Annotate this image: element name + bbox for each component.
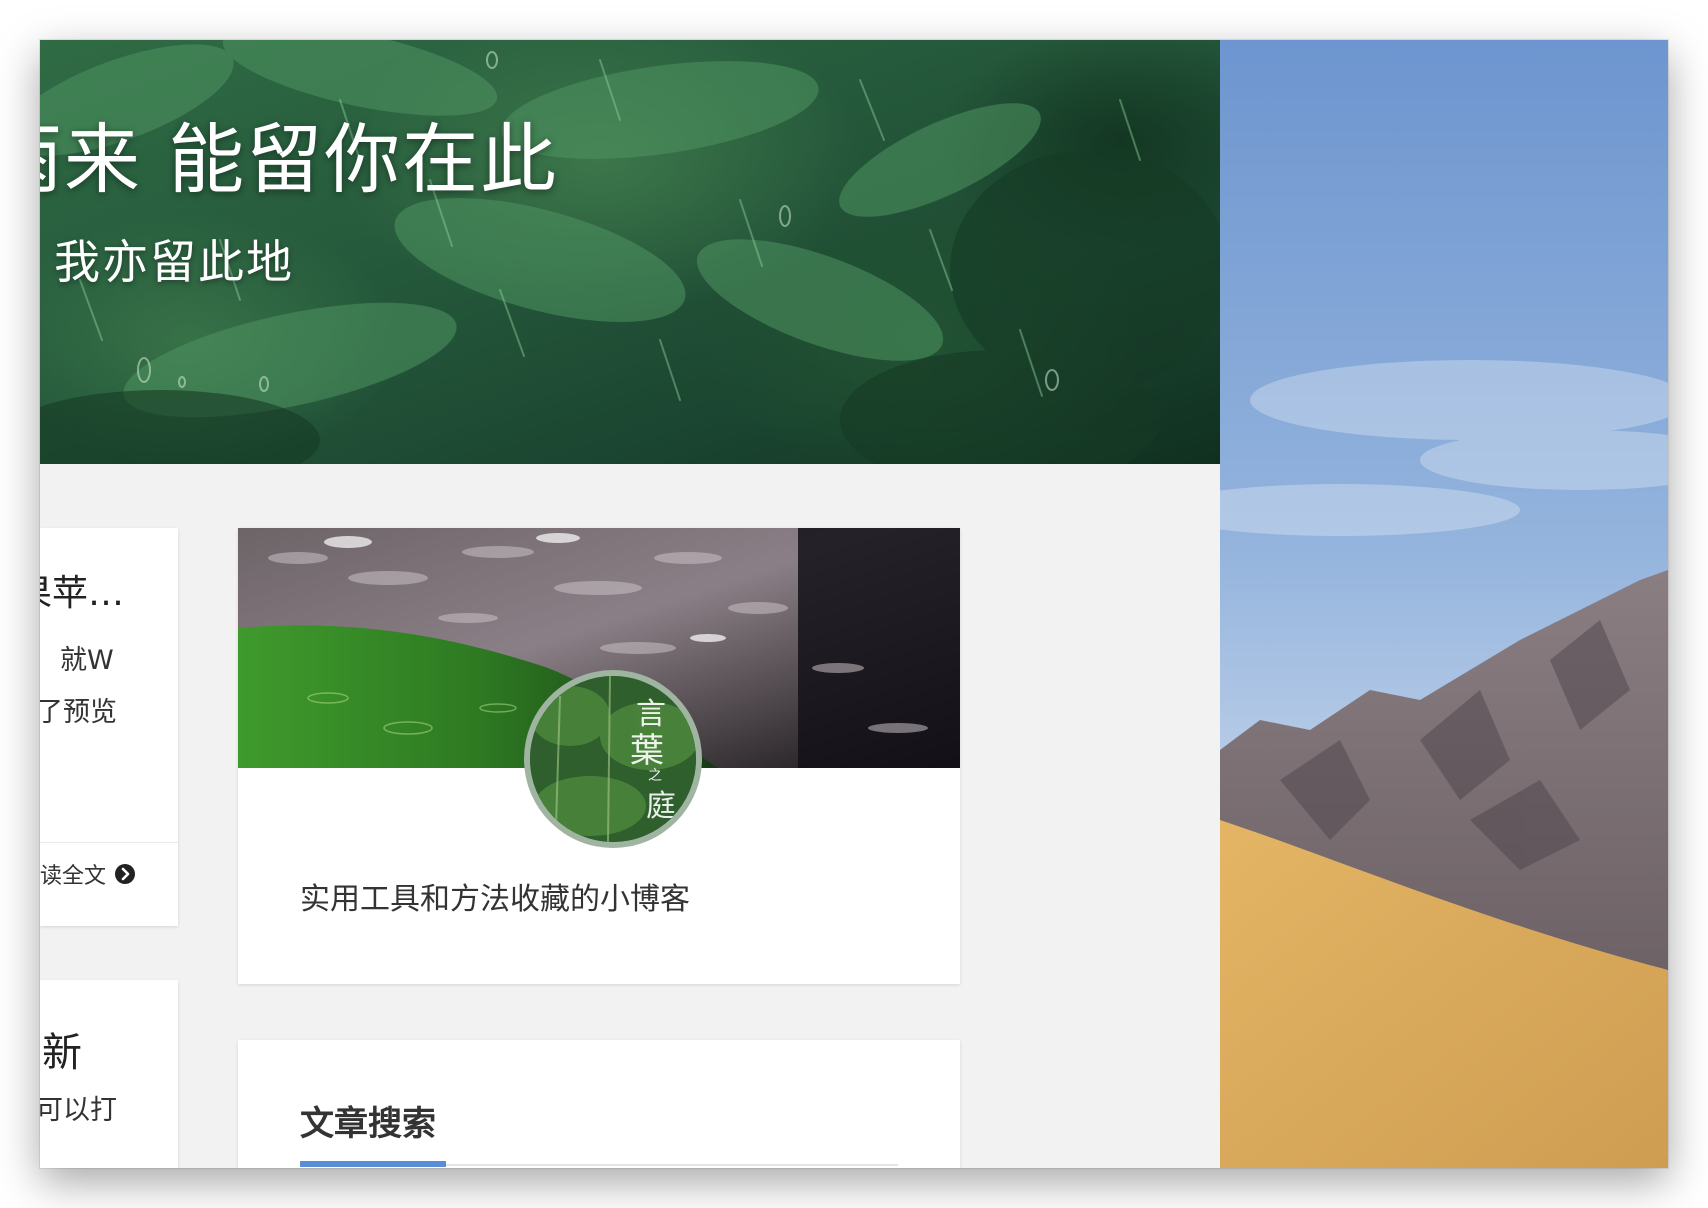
post-excerpt-line: 了预览 [40,697,117,728]
avatar[interactable]: 言 葉 之 庭 [524,670,702,848]
card-divider [40,842,178,843]
search-tab-active-indicator[interactable] [300,1161,446,1167]
blog-page: 雨来 能留你在此 我亦留此地 果苹… 就W 了预览 读全文 新 可以打 [40,40,1220,1168]
search-widget: 文章搜索 [238,1040,960,1168]
svg-text:葉: 葉 [630,731,664,771]
hero-banner: 雨来 能留你在此 我亦留此地 [40,40,1220,464]
chevron-circle-right-icon [115,864,136,884]
post-card[interactable]: 果苹… 就W 了预览 读全文 [40,528,178,926]
svg-text:之: 之 [648,768,662,784]
svg-text:庭: 庭 [646,789,676,824]
search-widget-title: 文章搜索 [300,1104,436,1144]
post-excerpt-line: 就W [60,645,114,676]
hero-subtitle: 我亦留此地 [54,235,294,289]
desktop-wallpaper [1220,40,1668,1168]
profile-card: 言 葉 之 庭 实用工具和方法收藏的小博客 [238,528,960,984]
profile-description: 实用工具和方法收藏的小博客 [300,882,690,917]
hero-title: 雨来 能留你在此 [40,115,559,204]
read-more-link[interactable]: 读全文 [40,858,136,890]
post-title[interactable]: 果苹… [40,564,124,616]
post-title[interactable]: 新 [42,1020,82,1078]
post-excerpt-line: 可以打 [40,1095,117,1126]
post-card[interactable]: 新 可以打 [40,980,178,1168]
read-more-label: 读全文 [40,864,107,889]
svg-text:言: 言 [636,697,666,732]
browser-window: 雨来 能留你在此 我亦留此地 果苹… 就W 了预览 读全文 新 可以打 [40,40,1668,1168]
